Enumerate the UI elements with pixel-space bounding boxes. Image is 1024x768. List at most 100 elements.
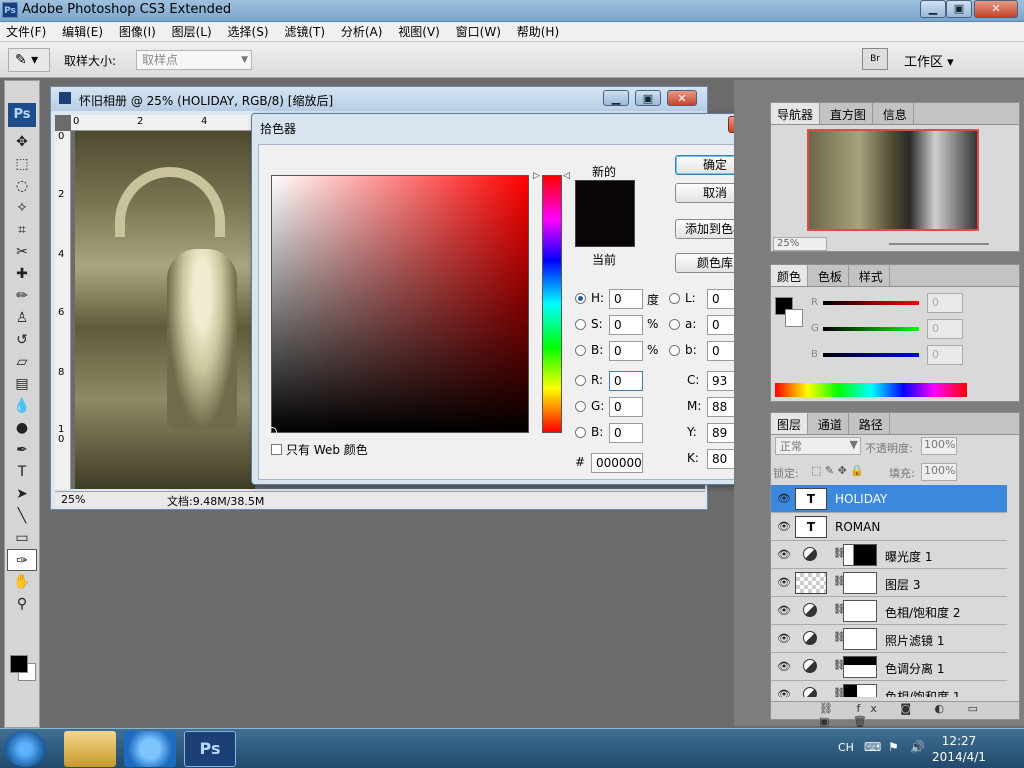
magenta-input[interactable]: 88 [707,397,737,417]
photoshop-taskbar-icon[interactable]: Ps [184,731,236,767]
dodge-tool-icon[interactable]: ● [7,417,37,439]
hue-radio[interactable] [575,293,586,304]
visibility-eye-icon[interactable]: 👁 [777,492,791,505]
layer-row[interactable]: 👁 ⛓ 色相/饱和度 2 [771,597,1007,625]
navigator-zoom-slider[interactable] [889,243,989,245]
brightness-input[interactable]: 0 [609,341,643,361]
checkbox-box[interactable] [271,444,282,455]
menu-layer[interactable]: 图层(L) [166,22,218,42]
menu-window[interactable]: 窗口(W) [450,22,507,42]
input-method-indicator[interactable]: CH [838,741,854,754]
tab-navigator[interactable]: 导航器 [771,103,821,124]
tab-histogram[interactable]: 直方图 [824,103,873,124]
path-select-icon[interactable]: ➤ [7,483,37,505]
doc-maximize-button[interactable]: ▣ [635,90,661,106]
gradient-tool-icon[interactable]: ▤ [7,373,37,395]
internet-explorer-taskbar-icon[interactable] [124,731,176,767]
menu-view[interactable]: 视图(V) [392,22,446,42]
healing-brush-icon[interactable]: ✚ [7,263,37,285]
bridge-button[interactable]: Br [862,48,888,70]
cyan-input[interactable]: 93 [707,371,737,391]
layer-mask-thumbnail[interactable] [843,572,877,594]
close-button[interactable]: ✕ [974,0,1018,18]
green-input[interactable]: 0 [609,397,643,417]
red-radio[interactable] [575,375,586,386]
green-radio[interactable] [575,401,586,412]
hue-slider[interactable] [542,175,562,433]
layer-row[interactable]: 👁 T ROMAN [771,513,1007,541]
blend-mode-select[interactable]: 正常 ▼ [775,437,861,455]
pen-tool-icon[interactable]: ✒ [7,439,37,461]
lasso-tool-icon[interactable]: ◌ [7,175,37,197]
visibility-eye-icon[interactable]: 👁 [777,660,791,673]
red-slider[interactable] [823,301,919,305]
type-tool-icon[interactable]: T [7,461,37,483]
layer-mask-thumbnail[interactable] [843,684,877,697]
layer-mask-thumbnail[interactable] [843,628,877,650]
opacity-input[interactable]: 100% [921,437,957,455]
layer-mask-thumbnail[interactable] [843,656,877,678]
lab-b-radio[interactable] [669,345,680,356]
saturation-radio[interactable] [575,319,586,330]
minimize-button[interactable]: ▁ [920,0,946,18]
tab-info[interactable]: 信息 [877,103,914,124]
hue-slider-arrow-left-icon[interactable]: ▷ [533,171,540,181]
brightness-radio[interactable] [575,345,586,356]
tab-paths[interactable]: 路径 [853,413,890,434]
visibility-eye-icon[interactable]: 👁 [777,688,791,697]
doc-minimize-button[interactable]: ▁ [603,90,629,106]
tab-swatches[interactable]: 色板 [812,265,849,286]
black-input[interactable]: 80 [707,449,737,469]
lab-a-radio[interactable] [669,319,680,330]
layer-row[interactable]: 👁 ⛓ 色相/饱和度 1 [771,681,1007,697]
visibility-eye-icon[interactable]: 👁 [777,632,791,645]
color-panel-background-swatch[interactable] [785,309,803,327]
history-brush-icon[interactable]: ↺ [7,329,37,351]
slice-tool-icon[interactable]: ✂ [7,241,37,263]
blue-radio[interactable] [575,427,586,438]
hand-tool-icon[interactable]: ✋ [7,571,37,593]
yellow-input[interactable]: 89 [707,423,737,443]
fill-input[interactable]: 100% [921,463,957,481]
menu-help[interactable]: 帮助(H) [511,22,565,42]
layer-mask-thumbnail[interactable] [843,544,877,566]
move-tool-icon[interactable]: ✥ [7,131,37,153]
lock-icons[interactable]: ⬚ ✎ ✥ 🔒 [811,464,864,477]
magic-wand-icon[interactable]: ✧ [7,197,37,219]
layer-row[interactable]: 👁 ⛓ 照片滤镜 1 [771,625,1007,653]
navigator-zoom-input[interactable]: 25% [773,237,827,251]
visibility-eye-icon[interactable]: 👁 [777,548,791,561]
blue-input[interactable]: 0 [609,423,643,443]
marquee-tool-icon[interactable]: ⬚ [7,153,37,175]
volume-icon[interactable]: 🔊 [910,740,925,754]
system-clock[interactable]: 12:27 2014/4/1 [924,733,994,765]
stamp-tool-icon[interactable]: ♙ [7,307,37,329]
red-input[interactable]: 0 [609,371,643,391]
brush-tool-icon[interactable]: ✏ [7,285,37,307]
lab-l-radio[interactable] [669,293,680,304]
doc-close-button[interactable]: ✕ [667,90,697,106]
hue-slider-arrow-right-icon[interactable]: ◁ [563,171,570,181]
menu-select[interactable]: 选择(S) [222,22,275,42]
blue-channel-input[interactable]: 0 [927,345,963,365]
flag-icon[interactable]: ⚑ [888,740,899,754]
tab-color[interactable]: 颜色 [771,265,809,286]
visibility-eye-icon[interactable]: 👁 [777,604,791,617]
saturation-input[interactable]: 0 [609,315,643,335]
start-button[interactable] [4,731,46,767]
blue-slider[interactable] [823,353,919,357]
tab-channels[interactable]: 通道 [812,413,849,434]
document-size-info[interactable]: 文档:9.48M/38.5M [167,493,264,509]
notes-tool-icon[interactable]: ▭ [7,527,37,549]
sample-size-select[interactable]: 取样点 ▼ [136,50,252,70]
layer-row[interactable]: 👁 T HOLIDAY [771,485,1007,513]
green-channel-input[interactable]: 0 [927,319,963,339]
layer-row[interactable]: 👁 ⛓ 色调分离 1 [771,653,1007,681]
file-explorer-taskbar-icon[interactable] [64,731,116,767]
foreground-color-swatch[interactable] [10,655,28,673]
color-spectrum-bar[interactable] [775,383,967,397]
navigator-thumbnail[interactable] [807,129,979,231]
eraser-tool-icon[interactable]: ▱ [7,351,37,373]
workspace-menu[interactable]: 工作区 ▾ [904,51,954,70]
red-channel-input[interactable]: 0 [927,293,963,313]
